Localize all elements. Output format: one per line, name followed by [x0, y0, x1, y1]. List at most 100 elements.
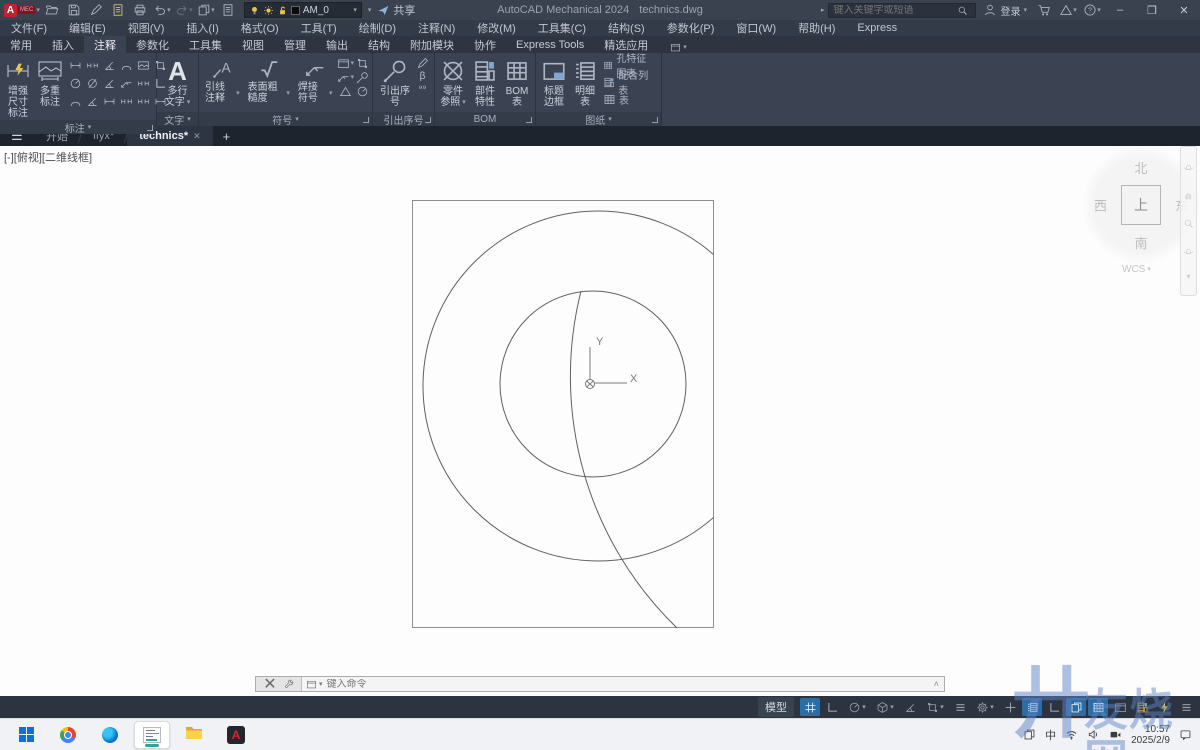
panel-title-dimension[interactable]: 标注 ▾ [0, 120, 156, 134]
selection-cycling-toggle[interactable] [1066, 698, 1086, 716]
redo-button[interactable]: ▾ [174, 1, 194, 19]
nav-orbit-icon[interactable] [1183, 244, 1194, 255]
dim-radius-icon[interactable] [67, 75, 83, 92]
chevron-down-icon[interactable]: ▾ [189, 7, 193, 14]
close-button[interactable]: ✕ [1170, 0, 1198, 20]
command-line[interactable]: ✕ ▾ ˄ [255, 676, 945, 692]
menu-modify[interactable]: 修改(M) [466, 20, 527, 36]
transfer-button[interactable]: ▾ [196, 1, 216, 19]
menu-draw[interactable]: 绘制(D) [348, 20, 407, 36]
search-box[interactable] [828, 3, 976, 18]
panel-title-bom[interactable]: BOM [435, 112, 535, 126]
panel-title-balloon[interactable]: 引出序号 [373, 112, 434, 126]
parts-list-button[interactable]: 明细 表 [571, 55, 599, 109]
save-as-button[interactable] [86, 1, 106, 19]
menu-toolsets[interactable]: 工具集(C) [527, 20, 597, 36]
command-line-grip[interactable]: ✕ [256, 677, 302, 691]
viewcube-west[interactable]: 西 [1094, 196, 1107, 215]
panel-title-sheet[interactable]: 图纸 ▾ [536, 112, 661, 126]
ribbon-tab-view[interactable]: 视图 [232, 36, 274, 53]
minimize-button[interactable]: – [1106, 0, 1134, 20]
menu-parametric[interactable]: 参数化(P) [656, 20, 726, 36]
taper-symbol-icon[interactable] [337, 85, 354, 98]
recent-commands-button[interactable]: ▾ [302, 679, 327, 690]
ucs-icon-toggle[interactable] [1044, 698, 1064, 716]
dim-aligned-icon[interactable] [84, 57, 100, 74]
workspace-gear-button[interactable]: ▾ [972, 698, 998, 716]
quick-properties-toggle[interactable] [1022, 698, 1042, 716]
mtext-button[interactable]: A 多行 文字▾ [163, 55, 193, 109]
nav-zoom-icon[interactable] [1183, 216, 1194, 227]
edge-symbol-icon[interactable]: ▾ [337, 71, 354, 84]
undo-button[interactable]: ▾ [152, 1, 172, 19]
title-border-button[interactable]: 标题 边框 [539, 55, 569, 109]
viewcube-north[interactable]: 北 [1134, 158, 1147, 177]
layer-on-icon[interactable] [249, 5, 260, 16]
ribbon-tab-structure[interactable]: 结构 [358, 36, 400, 53]
multiple-dimension-button[interactable]: 多重 标注 [35, 55, 65, 109]
chrome-app-button[interactable] [50, 721, 86, 749]
datum-id-icon[interactable] [356, 57, 369, 70]
customize-wrench-icon[interactable] [284, 679, 294, 689]
viewcube-south[interactable]: 南 [1134, 233, 1147, 252]
lineweight-toggle[interactable] [950, 698, 970, 716]
search-input[interactable] [829, 5, 957, 16]
wifi-icon[interactable] [1065, 728, 1078, 741]
ime-indicator[interactable]: 中 [1045, 727, 1056, 743]
command-input[interactable] [327, 679, 934, 690]
new-tab-button[interactable]: + [213, 126, 241, 146]
share-button[interactable]: 共享 [377, 2, 415, 18]
component-properties-button[interactable]: 部件 特性 [470, 55, 500, 109]
ribbon-tab-output[interactable]: 输出 [316, 36, 358, 53]
dim-edit-icon[interactable] [101, 93, 117, 110]
navigation-bar[interactable]: ▾ [1180, 146, 1197, 296]
layer-unlock-icon[interactable] [277, 5, 288, 16]
dialog-launcher-icon[interactable] [147, 125, 153, 131]
balloon-renumber-icon[interactable] [416, 57, 429, 70]
fits-list-button[interactable]: 配合列表 [601, 74, 658, 90]
dialog-launcher-icon[interactable] [363, 117, 369, 123]
save-button[interactable] [64, 1, 84, 19]
model-space-button[interactable]: 模型 [758, 697, 794, 717]
ribbon-tab-home[interactable]: 常用 [0, 36, 42, 53]
panel-title-text[interactable]: 文字 ▾ [157, 112, 198, 126]
isolate-objects-button[interactable] [1132, 698, 1152, 716]
print-button[interactable] [130, 1, 150, 19]
ribbon-tab-parametric[interactable]: 参数化 [126, 36, 179, 53]
menu-annotate[interactable]: 注释(N) [407, 20, 466, 36]
datum-target-icon[interactable] [356, 71, 369, 84]
collapse-search-icon[interactable]: ▸ [821, 7, 825, 14]
dim-ordinate-icon[interactable] [135, 75, 151, 92]
autocad-app-button[interactable]: A [218, 721, 254, 749]
close-tab-icon[interactable]: ✕ [193, 131, 201, 142]
nav-more-icon[interactable]: ▾ [1183, 272, 1194, 283]
search-icon[interactable] [957, 5, 968, 16]
help-button[interactable]: ▾ [1082, 1, 1102, 19]
file-explorer-button[interactable] [176, 721, 212, 749]
customization-menu-button[interactable] [1176, 698, 1196, 716]
ribbon-tab-annotate[interactable]: 注释 [84, 36, 126, 53]
menu-tools[interactable]: 工具(T) [290, 20, 348, 36]
surface-texture-button[interactable]: 表面粗糙度▾ [245, 55, 293, 105]
close-command-icon[interactable]: ✕ [263, 674, 276, 694]
dim-angle2-icon[interactable] [84, 93, 100, 110]
viewcube-top-face[interactable]: 上 [1121, 185, 1161, 225]
part-reference-button[interactable]: 零件 参照▾ [438, 55, 468, 109]
isodraft-toggle[interactable]: ▾ [872, 698, 898, 716]
menu-insert[interactable]: 插入(I) [175, 20, 229, 36]
restore-button[interactable]: ❐ [1138, 0, 1166, 20]
table-button[interactable]: 表 [601, 91, 658, 107]
dim-arc-icon[interactable] [118, 57, 134, 74]
app-store-button[interactable] [1034, 1, 1054, 19]
annotation-visibility-toggle[interactable] [1088, 698, 1108, 716]
dim-baseline-icon[interactable] [135, 57, 151, 74]
plot-button[interactable] [108, 1, 128, 19]
fcf-symbol-icon[interactable] [356, 85, 369, 98]
tray-clock[interactable]: 10:57 2025/2/9 [1131, 724, 1170, 746]
crosshair-button[interactable] [1000, 698, 1020, 716]
layer-color-swatch[interactable] [291, 6, 300, 15]
dim-linear-icon[interactable] [67, 57, 83, 74]
layer-control[interactable]: AM_0 ▾ [244, 2, 362, 18]
ribbon-tab-addins[interactable]: 附加模块 [400, 36, 464, 53]
ribbon-tab-toolsets[interactable]: 工具集 [179, 36, 232, 53]
